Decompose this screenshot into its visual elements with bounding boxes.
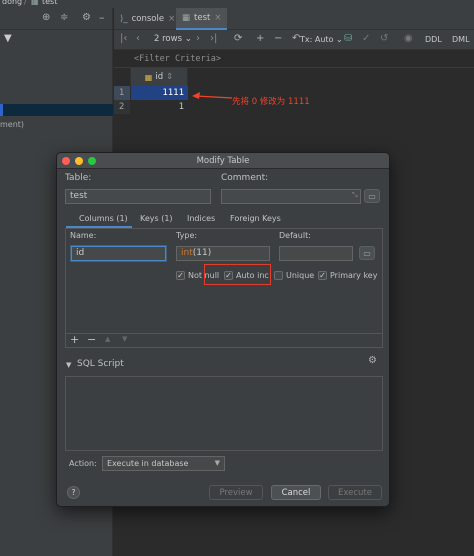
preview-button[interactable]: Preview: [209, 485, 263, 500]
table-icon: ▦: [31, 0, 39, 6]
gear-icon[interactable]: ⚙: [82, 12, 91, 23]
breadcrumb-table[interactable]: test: [42, 0, 57, 6]
last-page-icon[interactable]: ›|: [210, 33, 217, 44]
column-header-label: id: [155, 72, 164, 82]
row-number[interactable]: 1: [114, 86, 130, 100]
default-label: Default:: [279, 231, 311, 240]
comment-icon: ▭: [368, 191, 376, 201]
sql-script-label[interactable]: SQL Script: [77, 359, 124, 369]
action-label: Action:: [69, 459, 97, 468]
rows-count-dropdown[interactable]: 2 rows ⌄: [154, 34, 192, 44]
unique-checkbox[interactable]: [274, 271, 283, 280]
cancel-button[interactable]: Cancel: [271, 485, 321, 500]
commit-icon[interactable]: ⛁: [344, 33, 352, 44]
hide-icon[interactable]: –: [99, 11, 105, 24]
prev-page-icon[interactable]: ‹: [136, 33, 140, 44]
tab-keys[interactable]: Keys (1): [140, 214, 173, 223]
gear-icon[interactable]: ⚙: [368, 355, 377, 366]
primary-key-icon: ▦: [144, 72, 153, 82]
help-icon[interactable]: ?: [67, 486, 80, 499]
default-value-field[interactable]: [279, 246, 353, 261]
type-args: (11): [192, 248, 212, 258]
primary-key-label: Primary key: [330, 271, 378, 280]
delete-row-icon[interactable]: −: [274, 33, 282, 44]
comment-label: Comment:: [221, 173, 269, 183]
tab-foreign-keys[interactable]: Foreign Keys: [230, 214, 281, 223]
comment-field[interactable]: [221, 189, 361, 204]
annotation-highlight-box: [204, 264, 271, 285]
type-label: Type:: [176, 231, 198, 240]
tab-columns[interactable]: Columns (1): [79, 214, 128, 223]
tab-indices[interactable]: Indices: [187, 214, 215, 223]
expand-icon[interactable]: ⤡: [352, 191, 358, 200]
ddl-button[interactable]: DDL: [425, 35, 442, 44]
sort-icon[interactable]: ⇕: [166, 72, 173, 82]
explorer-toolbar: ⊕ ≑ ⚙ –: [0, 8, 113, 30]
sql-script-area[interactable]: [65, 376, 383, 451]
execute-button[interactable]: Execute: [328, 485, 382, 500]
target-icon[interactable]: ⊕: [42, 12, 50, 23]
annotation-arrow: [192, 92, 233, 99]
breadcrumb-schema[interactable]: dong: [2, 0, 22, 6]
next-page-icon[interactable]: ›: [196, 33, 200, 44]
submit-icon[interactable]: ✓: [362, 33, 370, 44]
console-icon: ⟩_: [120, 14, 128, 24]
editor-tabbar: ⟩_ console × ▦ test ×: [114, 8, 474, 30]
column-header-id[interactable]: ▦ id ⇕: [130, 68, 188, 86]
collapse-icon[interactable]: ≑: [60, 12, 68, 23]
comment-icon: ▭: [363, 248, 371, 258]
rollback-icon[interactable]: ↺: [380, 33, 388, 44]
rows-count-label: 2 rows: [154, 34, 182, 44]
close-icon[interactable]: ×: [168, 14, 175, 24]
column-name-field[interactable]: id: [71, 246, 166, 261]
explorer-selected-item[interactable]: [0, 104, 113, 116]
grid-cell-id[interactable]: 1: [131, 100, 188, 114]
column-type-field[interactable]: int(11): [176, 246, 270, 261]
data-toolbar: |‹ ‹ 2 rows ⌄ › ›| ⟳ + − ↶ Tx: Auto ⌄ ⛁ …: [114, 30, 474, 50]
explorer-filter-row: ▼: [0, 30, 113, 48]
modify-table-dialog: Modify Table Table: test Comment: ⤡ ▭ Co…: [56, 152, 390, 507]
view-icon[interactable]: ◉: [404, 33, 413, 44]
not-null-checkbox[interactable]: ✓: [176, 271, 185, 280]
dml-button[interactable]: DML: [452, 35, 470, 44]
move-down-icon[interactable]: ▼: [122, 335, 127, 343]
add-row-icon[interactable]: +: [256, 33, 264, 44]
tab-test-label: test: [194, 13, 211, 23]
table-name-field[interactable]: test: [65, 189, 211, 204]
refresh-icon[interactable]: ⟳: [234, 33, 242, 44]
name-label: Name:: [70, 231, 97, 240]
dialog-titlebar[interactable]: Modify Table: [57, 153, 389, 169]
primary-key-checkbox[interactable]: ✓: [318, 271, 327, 280]
action-dropdown[interactable]: Execute in database ▼: [102, 456, 225, 471]
add-column-icon[interactable]: +: [70, 333, 79, 346]
breadcrumb-separator: /: [24, 0, 27, 6]
table-icon: ▦: [182, 13, 191, 23]
comment-edit-button[interactable]: ▭: [364, 189, 380, 203]
action-value: Execute in database: [107, 459, 189, 468]
move-up-icon[interactable]: ▲: [105, 335, 110, 343]
dialog-title: Modify Table: [196, 156, 250, 166]
tab-console[interactable]: ⟩_ console ×: [114, 8, 181, 30]
explorer-item-label: ment): [0, 120, 25, 129]
chevron-down-icon[interactable]: ▼: [66, 361, 71, 369]
columns-actions-bar: + − ▲ ▼: [65, 333, 383, 348]
tx-mode-label: Tx: Auto: [300, 35, 334, 44]
type-keyword: int: [181, 248, 193, 258]
remove-column-icon[interactable]: −: [87, 333, 96, 346]
table-label: Table:: [65, 173, 92, 183]
unique-label: Unique: [286, 271, 315, 280]
filter-icon[interactable]: ▼: [4, 33, 12, 44]
filter-criteria-input[interactable]: <Filter Criteria>: [114, 50, 474, 68]
default-edit-button[interactable]: ▭: [359, 246, 375, 260]
annotation-text: 先将 0 修改为 1111: [232, 97, 310, 107]
row-number[interactable]: 2: [114, 100, 130, 114]
tx-mode-dropdown[interactable]: Tx: Auto ⌄: [300, 35, 343, 44]
first-page-icon[interactable]: |‹: [120, 33, 127, 44]
chevron-down-icon: ▼: [214, 459, 220, 467]
grid-cell-id[interactable]: 1111: [131, 86, 188, 100]
tab-test[interactable]: ▦ test ×: [176, 8, 228, 30]
close-icon[interactable]: ×: [214, 13, 221, 23]
tab-console-label: console: [131, 14, 165, 24]
breadcrumb: dong / ▦ test: [0, 0, 474, 8]
